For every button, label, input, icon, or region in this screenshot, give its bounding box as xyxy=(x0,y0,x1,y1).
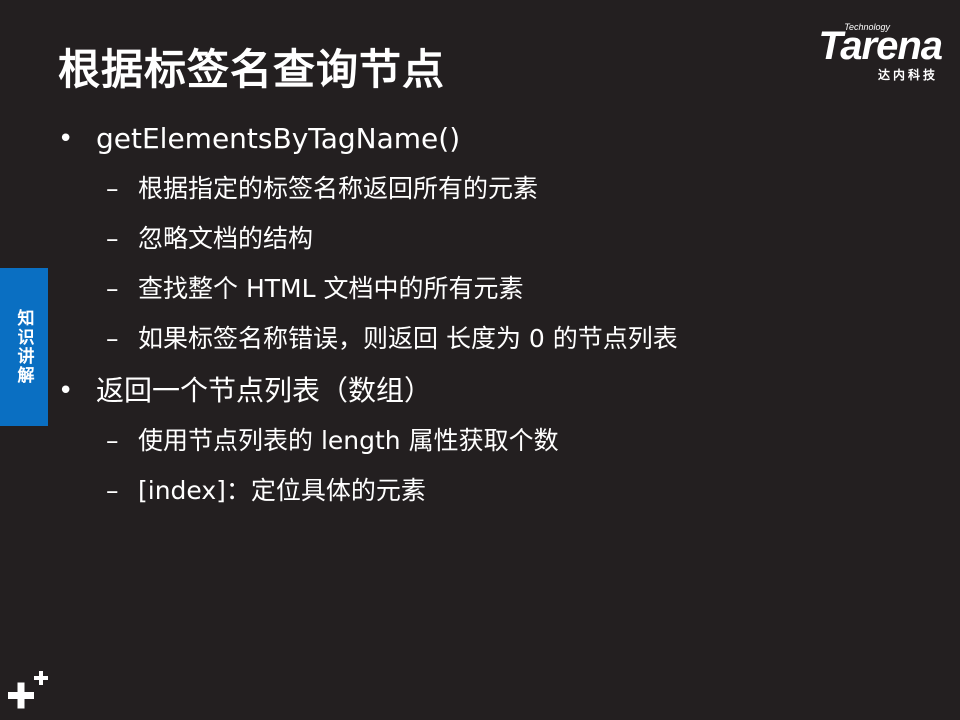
tarena-logo: Technology Tarena 达内科技 xyxy=(782,22,943,86)
dash-icon: – xyxy=(106,224,119,253)
sub-bullet-text: 使用节点列表的 length 属性获取个数 xyxy=(138,426,559,455)
sub-bullet-item: – [index]：定位具体的元素 xyxy=(58,466,920,516)
bullet-list: • getElementsByTagName() – 根据指定的标签名称返回所有… xyxy=(58,116,920,516)
slide-title: 根据标签名查询节点 xyxy=(58,45,446,94)
bullet-item: • getElementsByTagName() xyxy=(58,116,920,162)
sub-bullet-text: 根据指定的标签名称返回所有的元素 xyxy=(138,174,539,203)
section-tab: 知识讲解 xyxy=(0,268,48,426)
sub-bullet-item: – 使用节点列表的 length 属性获取个数 xyxy=(58,416,920,466)
dash-icon: – xyxy=(106,274,119,303)
dash-icon: – xyxy=(106,174,119,203)
logo-subtitle: 达内科技 xyxy=(877,68,938,82)
dash-icon: – xyxy=(106,324,119,353)
logo-brand-label: Tarena xyxy=(818,24,943,68)
sub-bullet-item: – 忽略文档的结构 xyxy=(58,214,920,264)
sub-bullet-text: 忽略文档的结构 xyxy=(138,224,314,253)
bullet-icon: • xyxy=(58,376,74,406)
sub-bullet-text: 查找整个 HTML 文档中的所有元素 xyxy=(138,274,524,303)
sub-bullet-item: – 根据指定的标签名称返回所有的元素 xyxy=(58,164,920,214)
sub-bullet-item: – 如果标签名称错误，则返回 长度为 0 的节点列表 xyxy=(58,314,920,364)
sub-bullet-text: [index]：定位具体的元素 xyxy=(138,476,426,505)
sub-bullet-text: 如果标签名称错误，则返回 长度为 0 的节点列表 xyxy=(138,324,678,353)
bullet-item: • 返回一个节点列表（数组） xyxy=(58,368,920,414)
bullet-text: getElementsByTagName() xyxy=(96,122,461,155)
dash-icon: – xyxy=(106,476,119,505)
section-tab-label: 知识讲解 xyxy=(13,309,34,385)
dash-icon: – xyxy=(106,426,119,455)
bullet-text: 返回一个节点列表（数组） xyxy=(96,374,433,407)
sub-bullet-item: – 查找整个 HTML 文档中的所有元素 xyxy=(58,264,920,314)
bullet-icon: • xyxy=(58,124,74,154)
plus-logo-icon xyxy=(8,671,48,709)
